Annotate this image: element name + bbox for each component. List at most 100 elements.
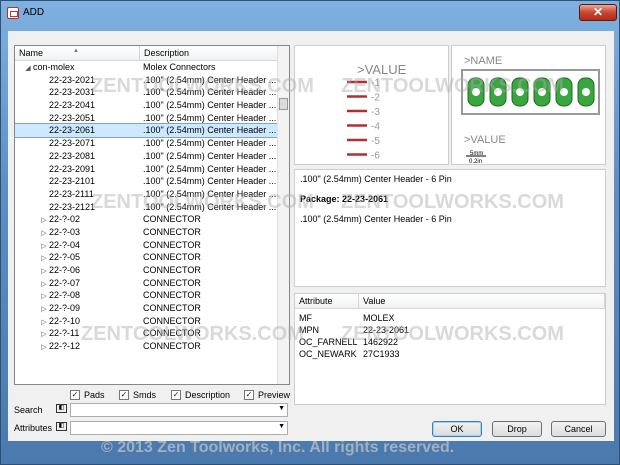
attributes-drop-icon[interactable]: ◧ bbox=[56, 422, 67, 431]
tree-row[interactable]: 22-23-2031 .100" (2.54mm) Center Header .… bbox=[15, 86, 279, 99]
description-line-2: .100" (2.54mm) Center Header - 6 Pin bbox=[300, 214, 452, 224]
tree-row-description: .100" (2.54mm) Center Header ... bbox=[143, 163, 277, 174]
attribute-row[interactable]: MPN 22-23-2061 bbox=[295, 324, 605, 336]
symbol-pin-label: -1 bbox=[371, 78, 380, 89]
attribute-value: 1462922 bbox=[363, 337, 399, 347]
window-title: ADD bbox=[23, 7, 45, 18]
attribute-column-header[interactable]: Attribute bbox=[295, 294, 359, 309]
copyright-text: © 2013 Zen Toolworks, Inc. All rights re… bbox=[101, 439, 455, 456]
search-drop-icon[interactable]: ◧ bbox=[56, 404, 67, 413]
tree-row[interactable]: ▷ 22-?-05 CONNECTOR bbox=[15, 251, 279, 264]
attributes-input[interactable]: ▼ bbox=[70, 421, 288, 435]
preview-checkbox[interactable]: ✓ bbox=[244, 390, 254, 400]
smds-checkbox[interactable]: ✓ bbox=[119, 390, 129, 400]
chevron-down-icon[interactable]: ▼ bbox=[278, 423, 285, 430]
tree-row-description: CONNECTOR bbox=[143, 303, 201, 314]
tree-row-description: .100" (2.54mm) Center Header ... bbox=[143, 150, 277, 161]
tree-row[interactable]: 22-23-2101 .100" (2.54mm) Center Header .… bbox=[15, 175, 279, 188]
tree-row-description: CONNECTOR bbox=[143, 239, 201, 250]
attribute-row[interactable]: OC_NEWARK 27C1933 bbox=[295, 348, 605, 360]
tree-row[interactable]: ▷ 22-?-10 CONNECTOR bbox=[15, 315, 279, 328]
tree-row-description: .100" (2.54mm) Center Header ... bbox=[143, 176, 277, 187]
drop-button[interactable]: Drop bbox=[492, 421, 542, 437]
library-tree[interactable]: Name ▲ Description ◢ con-molex Molex Connec… bbox=[14, 45, 290, 385]
tree-row-name: 22-23-2111 bbox=[49, 188, 94, 199]
tree-row[interactable]: ▷ 22-?-08 CONNECTOR bbox=[15, 289, 279, 302]
scale-bottom-label: 0.2in bbox=[469, 159, 482, 165]
chevron-down-icon[interactable]: ▼ bbox=[278, 405, 285, 412]
tree-row[interactable]: ▷ 22-?-12 CONNECTOR bbox=[15, 340, 279, 353]
symbol-pin-label: -2 bbox=[371, 93, 380, 104]
tree-row-name: 22-23-2051 bbox=[49, 112, 96, 123]
column-header-name[interactable]: Name ▲ bbox=[15, 46, 140, 61]
attribute-key: MPN bbox=[299, 325, 319, 335]
tree-row[interactable]: ▷ 22-?-06 CONNECTOR bbox=[15, 264, 279, 277]
attribute-value: MOLEX bbox=[363, 313, 395, 323]
cancel-button[interactable]: Cancel bbox=[551, 421, 606, 437]
package-drill-hole bbox=[472, 88, 480, 96]
dialog-body: Name ▲ Description ◢ con-molex Molex Connec… bbox=[8, 31, 614, 441]
tree-row-name: 22-23-2091 bbox=[49, 163, 96, 174]
tree-row[interactable]: ▷ 22-?-02 CONNECTOR bbox=[15, 213, 279, 226]
symbol-pin-label: -4 bbox=[371, 122, 380, 133]
search-input[interactable]: ▼ bbox=[70, 403, 288, 417]
tree-row[interactable]: ▷ 22-?-09 CONNECTOR bbox=[15, 302, 279, 315]
tree-row[interactable]: 22-23-2111 .100" (2.54mm) Center Header .… bbox=[15, 188, 279, 201]
tree-row[interactable]: ◢ con-molex Molex Connectors bbox=[15, 61, 279, 74]
scale-top-label: 5mm bbox=[470, 151, 483, 157]
tree-row[interactable]: ▷ 22-?-03 CONNECTOR bbox=[15, 226, 279, 239]
tree-row-description: .100" (2.54mm) Center Header ... bbox=[143, 100, 277, 111]
attribute-row[interactable]: OC_FARNELL 1462922 bbox=[295, 336, 605, 348]
smds-option[interactable]: ✓ Smds bbox=[119, 389, 156, 401]
symbol-pin-label: -3 bbox=[371, 107, 380, 118]
ok-button[interactable]: OK bbox=[432, 421, 482, 437]
attributes-table: Attribute Value MF MOLEX MPN 22-23-2061 OC_F… bbox=[294, 293, 606, 405]
tree-scrollbar[interactable] bbox=[277, 46, 289, 384]
symbol-pin-label: -6 bbox=[371, 151, 380, 162]
tree-row[interactable]: 22-23-2051 .100" (2.54mm) Center Header .… bbox=[15, 112, 279, 125]
tree-row-description: .100" (2.54mm) Center Header ... bbox=[143, 138, 277, 149]
value-column-header[interactable]: Value bbox=[359, 294, 605, 309]
tree-row-name: 22-23-2121 bbox=[49, 201, 96, 212]
column-header-description[interactable]: Description bbox=[140, 46, 279, 61]
tree-row[interactable]: 22-23-2021 .100" (2.54mm) Center Header .… bbox=[15, 74, 279, 87]
tree-row-description: CONNECTOR bbox=[143, 341, 201, 352]
expand-icon[interactable]: ▷ bbox=[39, 342, 49, 355]
preview-option[interactable]: ✓ Preview bbox=[244, 389, 290, 401]
title-bar[interactable]: ADD ✕ bbox=[1, 1, 620, 27]
tree-row-description: .100" (2.54mm) Center Header ... bbox=[143, 87, 277, 98]
package-drill-hole bbox=[494, 88, 502, 96]
dialog-window: ADD ✕ Name ▲ Description ◢ con-molex Molex … bbox=[0, 0, 620, 465]
scrollbar-thumb[interactable] bbox=[279, 98, 288, 110]
tree-row[interactable]: 22-23-2081 .100" (2.54mm) Center Header .… bbox=[15, 150, 279, 163]
package-drill-hole bbox=[560, 88, 568, 96]
package-line: Package: 22-23-2061 bbox=[300, 194, 389, 204]
pads-option[interactable]: ✓ Pads bbox=[70, 389, 105, 401]
tree-row[interactable]: ▷ 22-?-07 CONNECTOR bbox=[15, 277, 279, 290]
attribute-key: OC_NEWARK bbox=[299, 349, 357, 359]
tree-row[interactable]: ▷ 22-?-11 CONNECTOR bbox=[15, 327, 279, 340]
description-checkbox[interactable]: ✓ bbox=[171, 390, 181, 400]
tree-row-description: .100" (2.54mm) Center Header ... bbox=[143, 112, 277, 123]
attribute-row[interactable]: MF MOLEX bbox=[295, 312, 605, 324]
attribute-value: 22-23-2061 bbox=[363, 325, 410, 335]
tree-rows: ◢ con-molex Molex Connectors 22-23-2021 .100… bbox=[15, 61, 280, 353]
description-option[interactable]: ✓ Description bbox=[171, 389, 230, 401]
tree-row-name: 22-23-2101 bbox=[49, 176, 96, 187]
symbol-drawing: >VALUE -1 -2 -3 -4 -5 -6 bbox=[347, 62, 407, 162]
sort-arrow-icon: ▲ bbox=[73, 48, 79, 54]
package-preview: >NAME >VALUE 5mm 0.2in bbox=[451, 45, 606, 165]
package-drill-hole bbox=[582, 88, 590, 96]
package-drill-hole bbox=[516, 88, 524, 96]
tree-row-description: CONNECTOR bbox=[143, 214, 201, 225]
pads-checkbox[interactable]: ✓ bbox=[70, 390, 80, 400]
tree-row[interactable]: 22-23-2061 .100" (2.54mm) Center Header .… bbox=[15, 123, 280, 139]
tree-row[interactable]: ▷ 22-?-04 CONNECTOR bbox=[15, 239, 279, 252]
close-button[interactable]: ✕ bbox=[579, 4, 617, 21]
tree-row[interactable]: 22-23-2121 .100" (2.54mm) Center Header .… bbox=[15, 201, 279, 214]
tree-row[interactable]: 22-23-2091 .100" (2.54mm) Center Header .… bbox=[15, 163, 279, 176]
tree-row-name: 22-23-2041 bbox=[49, 100, 96, 111]
tree-row-description: CONNECTOR bbox=[143, 252, 201, 263]
tree-row[interactable]: 22-23-2071 .100" (2.54mm) Center Header .… bbox=[15, 137, 279, 150]
tree-row[interactable]: 22-23-2041 .100" (2.54mm) Center Header .… bbox=[15, 99, 279, 112]
